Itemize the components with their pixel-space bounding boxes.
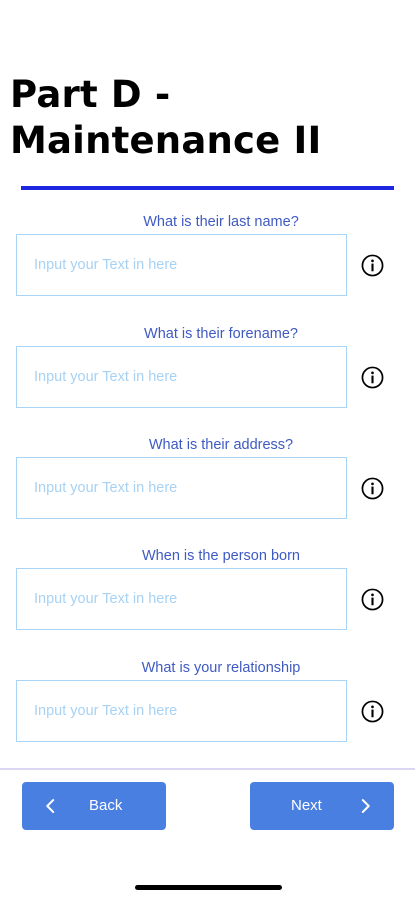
field-last-name: What is their last name? <box>0 213 415 313</box>
field-label: What is their forename? <box>144 326 298 342</box>
footer-divider <box>0 768 415 770</box>
info-icon[interactable] <box>361 588 384 611</box>
title-divider <box>21 186 394 190</box>
field-birth-date: When is the person born <box>0 547 415 647</box>
field-label: When is the person born <box>142 548 300 564</box>
page-title: Part D - Maintenance II <box>10 73 322 162</box>
forename-input[interactable] <box>16 346 347 408</box>
field-address: What is their address? <box>0 436 415 536</box>
field-label: What is their last name? <box>143 214 299 230</box>
relationship-input[interactable] <box>16 680 347 742</box>
last-name-input[interactable] <box>16 234 347 296</box>
field-label: What is your relationship <box>141 660 301 676</box>
back-button[interactable]: Back <box>22 782 166 830</box>
chevron-right-icon <box>361 799 370 813</box>
address-input[interactable] <box>16 457 347 519</box>
home-indicator[interactable] <box>135 885 282 890</box>
info-icon[interactable] <box>361 366 384 389</box>
info-icon[interactable] <box>361 700 384 723</box>
field-relationship: What is your relationship <box>0 659 415 759</box>
birth-date-input[interactable] <box>16 568 347 630</box>
chevron-left-icon <box>46 799 55 813</box>
info-icon[interactable] <box>361 477 384 500</box>
info-icon[interactable] <box>361 254 384 277</box>
field-label: What is their address? <box>148 437 294 453</box>
next-button[interactable]: Next <box>250 782 394 830</box>
back-button-label: Back <box>89 797 123 814</box>
field-forename: What is their forename? <box>0 325 415 425</box>
next-button-label: Next <box>291 797 322 814</box>
